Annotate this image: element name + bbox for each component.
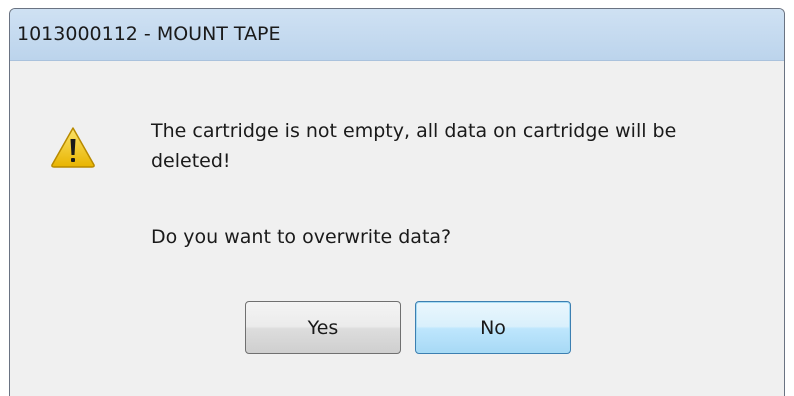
yes-button[interactable]: Yes [245, 301, 401, 354]
dialog-content: The cartridge is not empty, all data on … [10, 61, 784, 396]
warning-icon [50, 126, 96, 168]
message-text: The cartridge is not empty, all data on … [151, 120, 677, 172]
window-title: 1013000112 - MOUNT TAPE [17, 23, 281, 45]
dialog-window: 1013000112 - MOUNT TAPE The cartridge is… [9, 8, 785, 396]
question-text: Do you want to overwrite data? [151, 226, 452, 248]
title-bar[interactable]: 1013000112 - MOUNT TAPE [10, 9, 784, 61]
no-button[interactable]: No [415, 301, 571, 354]
